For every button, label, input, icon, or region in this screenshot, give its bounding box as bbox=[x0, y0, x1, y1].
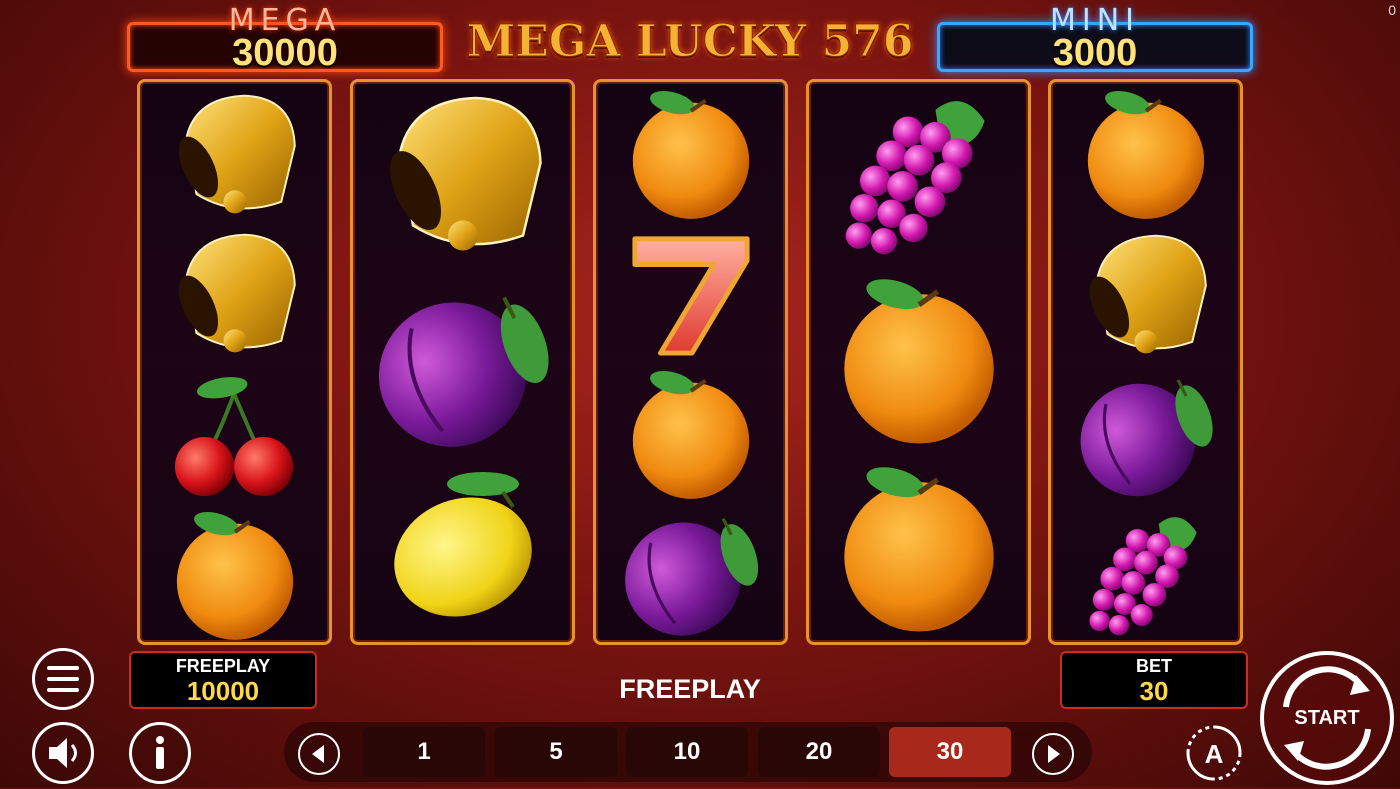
arrow-left-icon bbox=[312, 745, 324, 763]
plum-icon bbox=[370, 287, 555, 452]
orange-icon bbox=[1083, 86, 1208, 221]
freeplay-balance-box: FREEPLAY 10000 bbox=[129, 651, 317, 709]
info-button[interactable] bbox=[129, 722, 191, 784]
reel-1 bbox=[137, 79, 332, 645]
info-icon bbox=[156, 736, 164, 769]
bet-value: 30 bbox=[1139, 676, 1169, 706]
plum-icon bbox=[1073, 372, 1218, 500]
start-button[interactable]: START bbox=[1260, 651, 1394, 785]
menu-button[interactable] bbox=[32, 648, 94, 710]
mini-jackpot-value: 3000 bbox=[1052, 32, 1138, 74]
bet-option-10[interactable]: 10 bbox=[626, 727, 748, 777]
bell-icon bbox=[1078, 228, 1213, 363]
freeplay-label: FREEPLAY bbox=[175, 656, 271, 676]
grapes-icon bbox=[1076, 507, 1216, 642]
bet-prev-button[interactable] bbox=[298, 733, 340, 775]
bet-option-30[interactable]: 30 bbox=[889, 727, 1011, 777]
orange-icon bbox=[172, 507, 297, 642]
mega-jackpot-display: MEGA 30000 bbox=[127, 3, 443, 74]
grapes-icon bbox=[831, 88, 1006, 263]
status-message: FREEPLAY bbox=[619, 674, 761, 704]
autoplay-icon: A bbox=[1186, 725, 1242, 781]
lemon-icon bbox=[383, 462, 543, 622]
autoplay-button[interactable]: A bbox=[1183, 722, 1245, 784]
orange-icon bbox=[628, 86, 753, 221]
orange-icon bbox=[839, 460, 999, 635]
menu-icon bbox=[47, 666, 79, 692]
orange-icon bbox=[628, 366, 753, 501]
reel-2 bbox=[350, 79, 575, 645]
freeplay-value: 10000 bbox=[186, 676, 260, 706]
speaker-icon bbox=[49, 738, 77, 768]
bet-option-5[interactable]: 5 bbox=[495, 727, 617, 777]
seven-icon bbox=[627, 230, 755, 360]
mega-jackpot-value: 30000 bbox=[232, 32, 338, 74]
bell-icon bbox=[167, 227, 302, 362]
orange-icon bbox=[839, 272, 999, 447]
plum-icon bbox=[618, 510, 763, 640]
bet-next-button[interactable] bbox=[1032, 733, 1074, 775]
cherry-icon bbox=[171, 372, 299, 500]
arrow-right-icon bbox=[1048, 745, 1060, 763]
reel-3 bbox=[593, 79, 788, 645]
mini-jackpot-display: MINI 3000 bbox=[937, 3, 1253, 74]
start-label: START bbox=[1294, 707, 1360, 729]
reel-4 bbox=[806, 79, 1031, 645]
svg-text:A: A bbox=[1205, 739, 1224, 769]
bell-icon bbox=[375, 88, 550, 263]
reel-5 bbox=[1048, 79, 1243, 645]
sound-button[interactable] bbox=[32, 722, 94, 784]
bet-label: BET bbox=[1136, 656, 1172, 676]
corner-counter: 0 bbox=[1388, 2, 1396, 18]
game-title: MEGA LUCKY 576 bbox=[466, 16, 914, 68]
bet-option-20[interactable]: 20 bbox=[758, 727, 880, 777]
bell-icon bbox=[167, 88, 302, 223]
bet-option-1[interactable]: 1 bbox=[363, 727, 485, 777]
bet-box: BET 30 bbox=[1060, 651, 1248, 709]
